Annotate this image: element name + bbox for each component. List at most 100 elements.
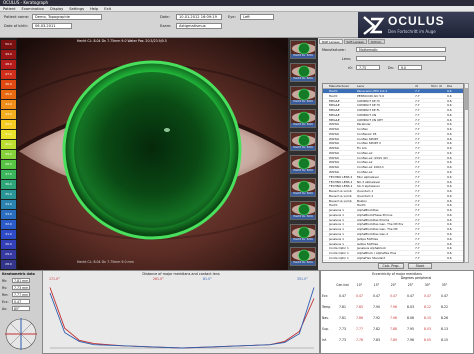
r0-field[interactable]: 7.75 (356, 65, 380, 70)
table-cell: 9.6 (447, 236, 452, 241)
tab-soft-lenses[interactable]: Soft Lenses (343, 39, 367, 44)
exam-field[interactable]: Astigmatismus (176, 23, 222, 29)
menu-examination[interactable]: Examination (22, 6, 44, 11)
menu-help[interactable]: Help (90, 6, 98, 11)
table-cell: 9.6 (447, 246, 452, 251)
lens-select[interactable] (356, 56, 446, 61)
scale-cell: 35.0 (1, 190, 16, 199)
eccentricity-row: Temp. 7.81 7.85 7.90 7.96 8.03 8.12 8.22 (322, 304, 453, 310)
calc-prop-button[interactable]: Calc. Prop. (378, 263, 404, 269)
exam-thumbnail[interactable]: Hecht CL: 8.04 (290, 63, 316, 82)
table-cell: 9.6 (447, 165, 452, 170)
table-cell: Jenalens 1 (329, 208, 344, 212)
menu-settings[interactable]: Settings (69, 6, 84, 11)
exam-thumbnail[interactable]: Hecht CL: 8.04 (290, 109, 316, 128)
rh-value: 7.81 mm (12, 278, 30, 283)
dn-field[interactable]: 9.0 (398, 65, 422, 70)
col-header-dia[interactable]: Dia (447, 84, 463, 88)
thumbnail-label: Hecht CL: 8.04 (291, 146, 315, 150)
table-cell: 7.7 (415, 160, 420, 165)
table-cell (431, 194, 447, 198)
table-cell: WöHLK (329, 160, 340, 165)
thumbnail-label: Hecht CL: 8.04 (291, 192, 315, 196)
series-line-1 (49, 287, 315, 349)
eccentricity-cell: 8.15 (441, 338, 448, 342)
exam-thumbnail[interactable]: Hecht CL: 8.04 (290, 224, 316, 243)
col-header-r0[interactable]: r0 (415, 84, 431, 88)
eccentricity-cell: 15° (373, 283, 380, 287)
table-cell: PENTACON AIC 5.0 (357, 93, 384, 98)
table-cell (431, 113, 447, 117)
col-header-manufacturer[interactable]: Manufacturer (329, 84, 357, 88)
eccentricity-cell: 0.47 (424, 294, 431, 298)
table-cell (431, 199, 447, 203)
tab-orthok[interactable]: Orthok. (367, 39, 385, 44)
eccentricity-cell: 35° (441, 283, 448, 287)
table-cell: MPG&E (329, 98, 340, 103)
exam-thumbnail[interactable]: Hecht CL: 8.04 (290, 40, 316, 59)
scrollbar-thumb[interactable] (465, 88, 468, 110)
eye-fluorescein-view[interactable]: Hecht CL: 8.04 Dn 7.75mm 9.0 Water Pos: … (17, 38, 288, 270)
table-cell: 7.7 (415, 246, 420, 251)
exam-thumbnail[interactable]: Hecht CL: 8.04 (290, 155, 316, 174)
table-cell (431, 218, 447, 222)
table-cell: 9.6 (447, 136, 452, 141)
exam-thumbnail[interactable]: Hecht CL: 8.04 (290, 86, 316, 105)
eye-field[interactable]: Left (240, 14, 274, 20)
dob-field[interactable]: 06.03.2011 (32, 23, 72, 29)
col-header-toric[interactable]: Toric r0 (431, 84, 447, 88)
table-cell: 9.6 (447, 212, 452, 217)
eccentricity-cell: 25° (407, 283, 414, 287)
tab-rgp-lenses[interactable]: RGP Lenses (319, 39, 343, 44)
scale-cell: 42.0 (1, 120, 16, 129)
manufacturer-select[interactable]: Mathematic (356, 47, 446, 52)
scale-cell: 47.0 (1, 70, 16, 79)
table-cell: 9.6 (447, 184, 452, 189)
dob-label: Date of birth: (4, 24, 28, 28)
table-cell: 9.6 (447, 198, 452, 203)
table-cell (431, 99, 447, 103)
rm-value: 7.77 mm (12, 292, 30, 297)
menu-patient[interactable]: Patient (3, 6, 16, 11)
table-cell (431, 180, 447, 184)
thumbnail-label: Hecht CL: 8.04 (291, 215, 315, 219)
table-cell: 9.6 (447, 241, 452, 246)
stock-button[interactable]: Stock (408, 263, 432, 269)
table-cell: 7.7 (415, 184, 420, 189)
menu-display[interactable]: Display (50, 6, 63, 11)
table-cell: WöHLK (329, 131, 340, 136)
menu-exit[interactable]: Exit (104, 6, 111, 11)
axis-diagram (5, 318, 37, 350)
eccentricity-cell: 7.89 (390, 338, 397, 342)
eye-caption: Hecht CL: 8.04 Dn 7.75mm 9.0 Water Pos: … (77, 39, 167, 43)
table-row[interactable]: Conta Optic 1 AlphaFlex Standard 7.7 9.6 (323, 256, 463, 261)
exam-thumbnails: Hecht CL: 8.04 Hecht CL: 8.04 Hecht CL: 8.… (288, 38, 318, 270)
exam-thumbnail[interactable]: Hecht CL: 8.04 (290, 201, 316, 220)
rv-value: 7.73 mm (12, 285, 30, 290)
date-label: Date: (160, 15, 170, 19)
manufacturer-label: Manufacturer: (322, 48, 346, 52)
table-cell: Hecht (357, 203, 366, 208)
table-cell: 7.7 (415, 251, 420, 256)
date-field[interactable]: 10.01.2012 16:09:19 (176, 14, 222, 20)
table-cell: 9.6 (447, 141, 452, 146)
table-cell (431, 213, 447, 217)
eccentricity-cell: 0.47 (356, 294, 363, 298)
table-cell: 7.7 (415, 165, 420, 170)
table-cell: Bausch & Lomb (329, 189, 352, 193)
lens-table-scrollbar[interactable] (464, 83, 469, 263)
patient-name-field[interactable]: Demo, Topographie (32, 14, 102, 20)
eccentricity-cell: 8.06 (407, 316, 414, 320)
exam-thumbnail[interactable]: Hecht CL: 8.04 (290, 132, 316, 151)
table-cell: WöHLK (329, 127, 340, 131)
ecc-label: Ecc: (2, 300, 9, 304)
eccentricity-cell: 7.73 (339, 327, 346, 331)
table-cell: ConflexAir 95 (357, 131, 377, 136)
table-cell: 9.6 (447, 208, 452, 213)
exam-thumbnail[interactable]: Hecht CL: 8.04 (290, 178, 316, 197)
col-header-lens[interactable]: Lens (357, 84, 415, 88)
lens-table-body: Hecht Panavision PEX 4.0.2 7.7 9.6 Hecht PENT… (323, 89, 463, 261)
table-cell: Conta Optic 1 (329, 255, 349, 260)
exam-thumbnail[interactable]: Hecht CL: 8.04 (290, 247, 316, 266)
table-cell: COMPACT CN (357, 112, 377, 117)
